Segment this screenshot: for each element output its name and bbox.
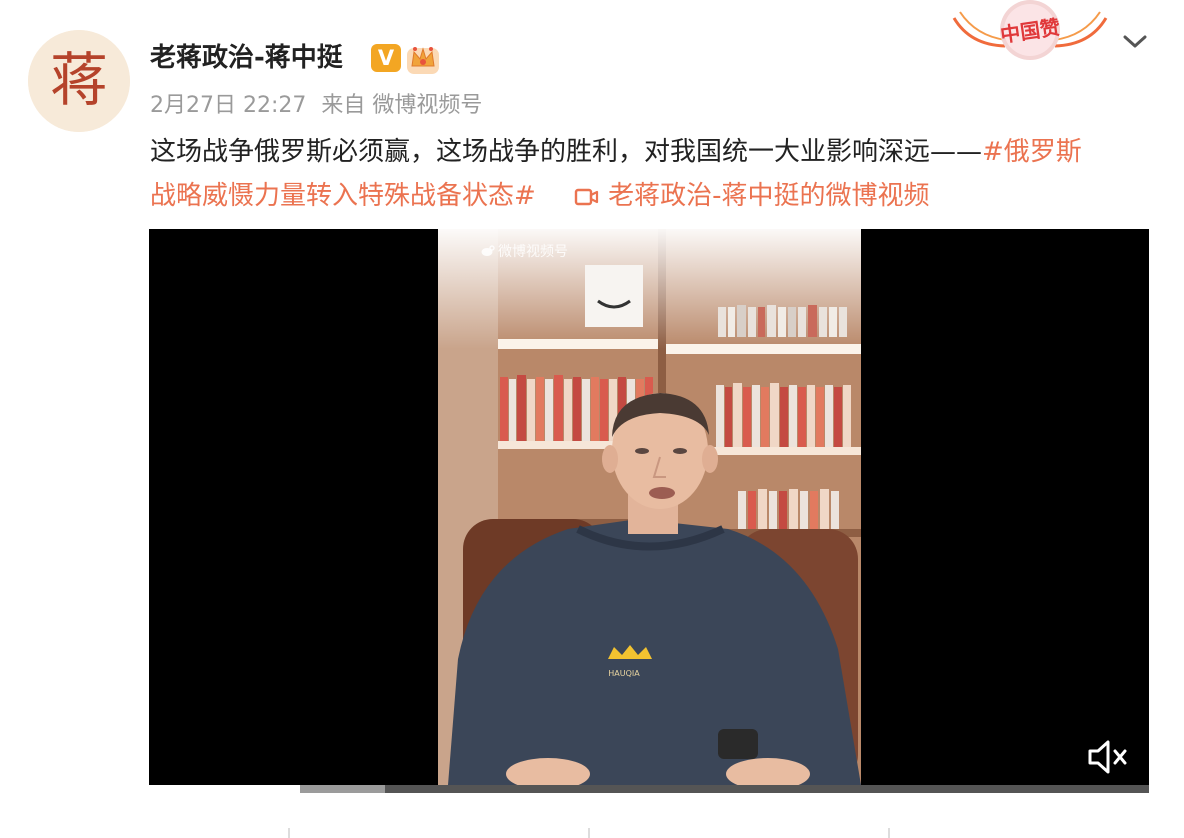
action-bar-divider: [888, 828, 890, 838]
action-bar-divider: [588, 828, 590, 838]
author-name[interactable]: 老蒋政治-蒋中挺: [150, 40, 343, 76]
video-link[interactable]: 老蒋政治-蒋中挺的微博视频: [574, 181, 929, 211]
video-watermark: 微博视频号: [481, 241, 568, 261]
action-bar-divider: [288, 828, 290, 838]
video-player[interactable]: HAUQIA 微博视频号: [149, 229, 1149, 785]
post-meta: 2月27日 22:27 来自 微博视频号: [150, 90, 490, 122]
video-watermark-text: 微博视频号: [498, 244, 568, 260]
hashtag-link[interactable]: #俄罗斯: [982, 137, 1082, 167]
post-source[interactable]: 来自 微博视频号: [321, 93, 482, 118]
avatar[interactable]: 蒋: [28, 30, 130, 132]
video-thumbnail-image: HAUQIA: [438, 229, 861, 785]
video-link-icon: [574, 188, 599, 206]
chevron-down-icon[interactable]: [1120, 26, 1150, 56]
video-progress-fill: [300, 785, 385, 793]
crown-icon[interactable]: [404, 40, 442, 76]
topic-badge[interactable]: 中国赞: [950, 0, 1110, 62]
jacket-brand-text: HAUQIA: [608, 669, 640, 678]
avatar-seal-image: 蒋: [28, 30, 130, 132]
post-text: 这场战争俄罗斯必须赢，这场战争的胜利，对我国统一大业影响深远——#俄罗斯 战略威…: [150, 130, 1150, 218]
hashtag-link-continued[interactable]: 战略威慑力量转入特殊战备状态#: [150, 181, 536, 211]
weibo-logo-icon: [481, 245, 495, 256]
video-link-label: 老蒋政治-蒋中挺的微博视频: [608, 181, 930, 211]
volume-mute-icon[interactable]: [1086, 737, 1130, 777]
verified-badge[interactable]: V: [371, 44, 401, 72]
avatar-glyph: 蒋: [50, 46, 108, 114]
video-frame: HAUQIA: [438, 229, 861, 785]
video-progress-bar[interactable]: [300, 785, 1149, 793]
post-timestamp[interactable]: 2月27日 22:27: [150, 93, 306, 118]
post-body-text: 这场战争俄罗斯必须赢，这场战争的胜利，对我国统一大业影响深远——: [150, 137, 983, 167]
